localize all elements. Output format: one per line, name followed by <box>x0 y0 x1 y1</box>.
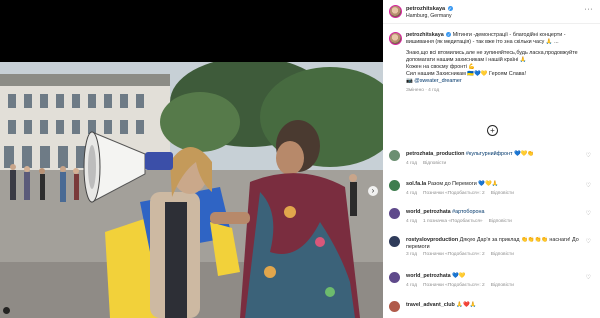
comment-avatar[interactable] <box>389 180 400 191</box>
comment-avatar[interactable] <box>389 272 400 283</box>
comment-username[interactable]: rostyslovproduction <box>406 237 458 243</box>
post-username[interactable]: petrozhitskaya <box>406 6 445 12</box>
heart-icon[interactable]: ♡ <box>586 152 591 159</box>
comment-reply-button[interactable]: Відповісти <box>489 219 512 224</box>
verified-badge-icon: ✓ <box>446 32 452 38</box>
caption-mention-link[interactable]: @sweater_dreamer <box>414 78 461 84</box>
comment-reply-button[interactable]: Відповісти <box>423 161 446 166</box>
heart-icon[interactable]: ♡ <box>586 238 591 245</box>
plus-circle-icon[interactable]: + <box>487 125 498 136</box>
comment-likes[interactable]: Позначки «Подобається»: 2 <box>423 191 485 196</box>
comment-text[interactable]: #культурнийфронт 💙💛👏 <box>466 151 534 157</box>
comment-time: 4 год <box>406 191 418 196</box>
caption-edited-time: Змінено · 4 год <box>406 88 440 93</box>
comment-avatar[interactable] <box>389 150 400 161</box>
comment-avatar[interactable] <box>389 236 400 247</box>
caption-line-2: Знаю,що всі втомились,але не зупиняйтесь… <box>406 50 578 63</box>
more-dots-icon[interactable]: ··· <box>585 6 594 13</box>
comment-item: world_petrozhata 💙💛 4 год Позначки «Подоб… <box>383 272 600 302</box>
comment-reply-button[interactable]: Відповісти <box>491 191 514 196</box>
comment-item: travel_advant_club 🙏❤️🙏 <box>383 301 600 318</box>
comment-time: 4 год <box>406 219 418 224</box>
comment-text: 🙏❤️🙏 <box>456 302 477 308</box>
comment-time: 3 год <box>406 252 418 257</box>
comment-time: 4 год <box>406 161 418 166</box>
avatar[interactable] <box>389 5 402 18</box>
post-header: petrozhitskaya ✓ Hamburg, Germany ··· <box>383 0 600 24</box>
comment-likes[interactable]: 1 позначка «Подобається» <box>423 219 483 224</box>
verified-badge-icon: ✓ <box>447 6 453 12</box>
caption-username[interactable]: petrozhitskaya <box>406 32 444 38</box>
comment-item: petrozhata_production #культурнийфронт 💙… <box>383 150 600 180</box>
post-location[interactable]: Hamburg, Germany <box>406 13 452 19</box>
comment-username[interactable]: world_petrozhata <box>406 273 451 279</box>
comment-avatar[interactable] <box>389 208 400 219</box>
comment-time: 4 год <box>406 283 418 288</box>
comment-username[interactable]: travel_advant_club <box>406 302 455 308</box>
comment-likes[interactable]: Позначки «Подобається»: 2 <box>423 252 485 257</box>
comment-item: sol.fa.la Разом до Перемоги 💙💛🙏 4 год Поз… <box>383 180 600 210</box>
comment-reply-button[interactable]: Відповісти <box>491 252 514 257</box>
comment-username[interactable]: sol.fa.la <box>406 181 426 187</box>
post-side-panel: petrozhitskaya ✓ Hamburg, Germany ··· pe… <box>383 0 600 318</box>
comment-item: rostyslovproduction Дякую Дар'я за прикл… <box>383 236 600 266</box>
protest-photo-illustration <box>0 62 383 318</box>
comment-text[interactable]: #артоборона <box>452 209 484 215</box>
comment-reply-button[interactable]: Відповісти <box>491 283 514 288</box>
heart-icon[interactable]: ♡ <box>586 210 591 217</box>
comment-username[interactable]: petrozhata_production <box>406 151 464 157</box>
heart-icon[interactable]: ♡ <box>586 274 591 281</box>
comment-text: 💙💛 <box>452 273 466 279</box>
next-photo-chevron-icon[interactable]: › <box>368 186 378 196</box>
caption-line-4: Сил нашим Захисникам 🇺🇦💙💛 Героям Слава! <box>406 71 527 77</box>
comment-text: Разом до Перемоги 💙💛🙏 <box>427 181 499 187</box>
comment-item: world_petrozhata #артоборона 4 год 1 позн… <box>383 208 600 238</box>
caption-avatar[interactable] <box>389 32 402 45</box>
heart-icon[interactable]: ♡ <box>586 182 591 189</box>
comment-avatar[interactable] <box>389 301 400 312</box>
post-photo[interactable]: › <box>0 62 383 318</box>
comment-likes[interactable]: Позначки «Подобається»: 2 <box>423 283 485 288</box>
tagged-users-icon[interactable] <box>3 307 10 314</box>
caption-line-3: Кожен на своєму фронті 💪 <box>406 64 476 70</box>
comment-username[interactable]: world_petrozhata <box>406 209 451 215</box>
